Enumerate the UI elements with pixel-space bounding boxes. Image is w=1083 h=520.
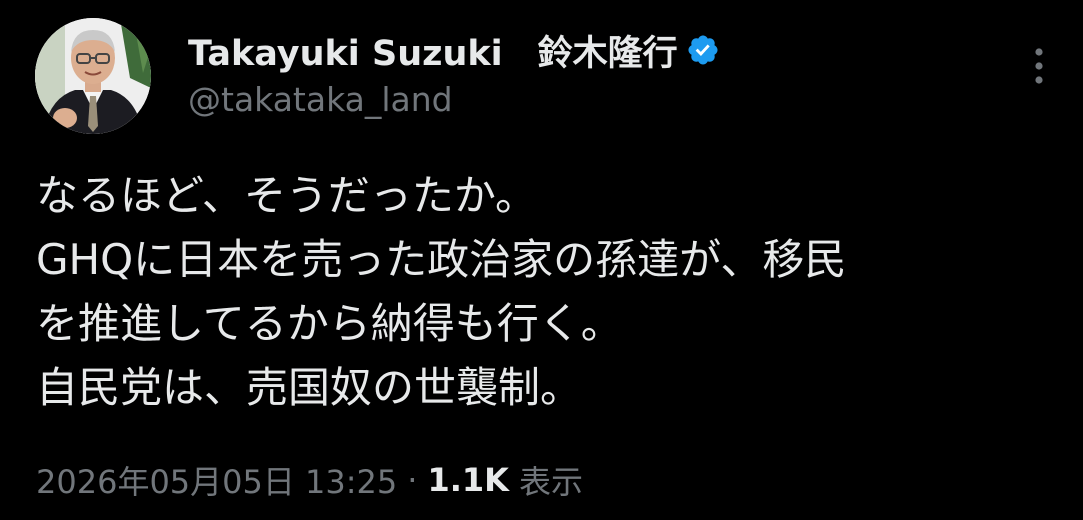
author-handle[interactable]: @takataka_land	[188, 80, 453, 119]
author-display-name[interactable]: Takayuki Suzuki 鈴木隆行	[188, 25, 678, 76]
views-count[interactable]: 1.1K	[427, 461, 508, 499]
tweet-text-line: GHQに日本を売った政治家の孫達が、移民	[36, 235, 847, 284]
tweet-timestamp[interactable]: 2026年05月05日 13:25	[36, 457, 397, 503]
tweet-text: なるほど、そうだったか。 GHQに日本を売った政治家の孫達が、移民 を推進してる…	[36, 164, 1066, 420]
views-label: 表示	[518, 463, 583, 501]
author-name-row: Takayuki Suzuki 鈴木隆行	[188, 28, 720, 74]
tweet-text-line: を推進してるから納得も行く。	[36, 299, 623, 348]
tweet-text-line: 自民党は、売国奴の世襲制。	[36, 363, 583, 412]
more-vertical-icon[interactable]	[1026, 44, 1052, 88]
avatar[interactable]	[35, 18, 151, 134]
tweet-meta: 2026年05月05日 13:25 · 1.1K 表示	[36, 452, 583, 508]
tweet-text-line: なるほど、そうだったか。	[36, 171, 538, 220]
verified-badge-icon[interactable]	[686, 33, 720, 67]
meta-separator: ·	[407, 461, 418, 499]
